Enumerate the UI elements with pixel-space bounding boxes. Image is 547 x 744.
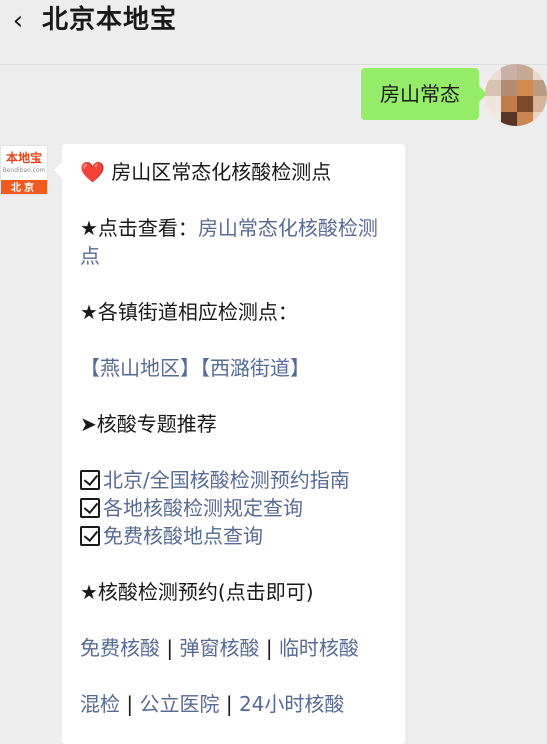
topic-heading: ➤核酸专题推荐 (80, 412, 217, 436)
top-bar: ‹ 北京本地宝 (0, 0, 547, 65)
logo-city: 北京 (1, 180, 47, 194)
town-links-line: 【燕山地区】【西潞街道】 (80, 354, 391, 382)
user-avatar[interactable] (485, 64, 547, 126)
rules-query-link[interactable]: 各地核酸检测规定查询 (103, 496, 303, 520)
pixelated-avatar-image (485, 64, 547, 126)
heading-text: 房山区常态化核酸检测点 (111, 160, 332, 184)
separator: | (126, 692, 134, 716)
checkbox-icon (80, 526, 100, 546)
booking-row-2: 混检 | 公立医院 | 24小时核酸 (80, 690, 391, 718)
topic-item: 北京/全国核酸检测预约指南 (80, 466, 391, 494)
temporary-test-link[interactable]: 临时核酸 (279, 636, 359, 660)
heart-icon: ❤️ (80, 160, 105, 184)
xilu-link[interactable]: 【西潞街道】 (200, 356, 310, 380)
bot-avatar-logo[interactable]: 本地宝 Bendibao.com 北京 (0, 145, 48, 195)
click-view-prefix: ★点击查看： (80, 216, 198, 240)
click-view-line: ★点击查看：房山常态化核酸检测点 (80, 214, 391, 270)
free-sites-link[interactable]: 免费核酸地点查询 (103, 524, 263, 548)
booking-heading: ★核酸检测预约(点击即可) (80, 580, 314, 604)
popup-test-link[interactable]: 弹窗核酸 (179, 636, 259, 660)
separator: | (265, 636, 273, 660)
public-hospital-link[interactable]: 公立医院 (139, 692, 219, 716)
logo-top: 本地宝 Bendibao.com (1, 149, 47, 180)
chat-title: 北京本地宝 (42, 5, 178, 35)
topic-item: 免费核酸地点查询 (80, 522, 391, 550)
back-button[interactable]: ‹ (6, 6, 30, 38)
separator: | (225, 692, 233, 716)
logo-site: Bendibao.com (2, 167, 46, 174)
topic-item: 各地核酸检测规定查询 (80, 494, 391, 522)
checkbox-icon (80, 498, 100, 518)
chevron-left-icon: ‹ (12, 6, 24, 36)
mixed-test-link[interactable]: 混检 (80, 692, 120, 716)
checkbox-icon (80, 470, 100, 490)
towns-heading: ★各镇街道相应检测点： (80, 300, 298, 324)
bot-message-bubble: ❤️ 房山区常态化核酸检测点 ★点击查看：房山常态化核酸检测点 ★各镇街道相应检… (54, 144, 405, 744)
yanshan-link[interactable]: 【燕山地区】 (80, 356, 200, 380)
booking-guide-link[interactable]: 北京/全国核酸检测预约指南 (103, 468, 350, 492)
free-test-link[interactable]: 免费核酸 (80, 636, 160, 660)
heading-line: ❤️ 房山区常态化核酸检测点 (80, 158, 391, 186)
booking-row-1: 免费核酸 | 弹窗核酸 | 临时核酸 (80, 634, 391, 662)
separator: | (166, 636, 174, 660)
user-message-bubble[interactable]: 房山常态 (361, 68, 487, 120)
logo-name: 本地宝 (5, 151, 42, 165)
24h-test-link[interactable]: 24小时核酸 (239, 692, 344, 716)
